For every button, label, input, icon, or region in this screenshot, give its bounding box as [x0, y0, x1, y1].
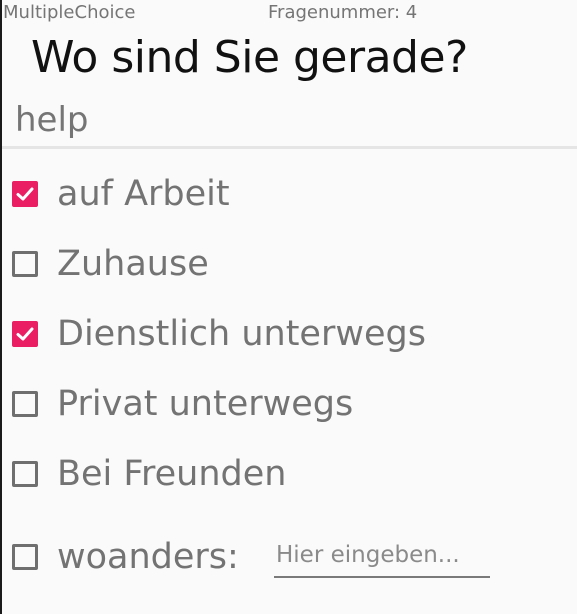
help-text: help [15, 100, 89, 140]
option-label: Privat unterwegs [57, 384, 354, 424]
checkbox-checked-icon[interactable] [12, 181, 38, 207]
checkbox-unchecked-icon[interactable] [12, 251, 38, 277]
question-number-label: Fragenummer: 4 [268, 2, 418, 23]
checkbox-unchecked-icon[interactable] [12, 544, 38, 570]
option-label: Bei Freunden [57, 454, 287, 494]
question-title: Wo sind Sie gerade? [31, 32, 468, 83]
checkbox-unchecked-icon[interactable] [12, 391, 38, 417]
option-label: woanders: [57, 537, 239, 577]
option-zuhause[interactable]: Zuhause [12, 242, 209, 286]
option-privat-unterwegs[interactable]: Privat unterwegs [12, 382, 353, 426]
question-type-label: MultipleChoice [3, 2, 136, 23]
checkbox-unchecked-icon[interactable] [12, 461, 38, 487]
left-edge-border [0, 0, 2, 614]
header-divider [2, 146, 577, 149]
checkbox-checked-icon[interactable] [12, 321, 38, 347]
option-label: Dienstlich unterwegs [57, 314, 426, 354]
option-dienstlich-unterwegs[interactable]: Dienstlich unterwegs [12, 312, 426, 356]
option-bei-freunden[interactable]: Bei Freunden [12, 452, 286, 496]
option-label: auf Arbeit [57, 174, 230, 214]
option-woanders[interactable]: woanders: [12, 535, 239, 579]
survey-screen: MultipleChoice Fragenummer: 4 Wo sind Si… [0, 0, 577, 614]
option-auf-arbeit[interactable]: auf Arbeit [12, 172, 230, 216]
option-label: Zuhause [57, 244, 209, 284]
other-location-input[interactable] [274, 534, 490, 578]
